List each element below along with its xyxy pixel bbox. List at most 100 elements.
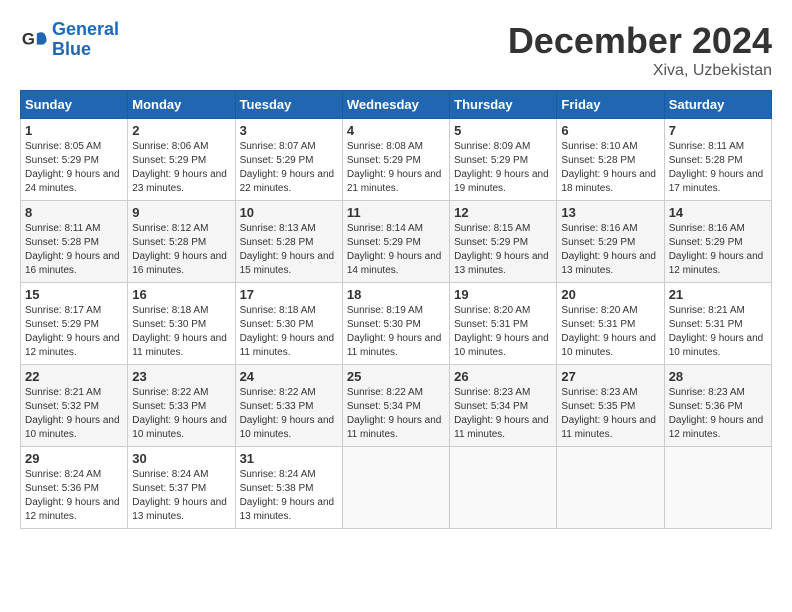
calendar-cell: 6 Sunrise: 8:10 AMSunset: 5:28 PMDayligh… (557, 119, 664, 201)
day-info: Sunrise: 8:12 AMSunset: 5:28 PMDaylight:… (132, 222, 230, 278)
calendar-cell: 27 Sunrise: 8:23 AMSunset: 5:35 PMDaylig… (557, 365, 664, 447)
calendar-cell: 16 Sunrise: 8:18 AMSunset: 5:30 PMDaylig… (128, 283, 235, 365)
col-header-thursday: Thursday (450, 91, 557, 119)
day-info: Sunrise: 8:13 AMSunset: 5:28 PMDaylight:… (240, 222, 338, 278)
calendar-cell: 7 Sunrise: 8:11 AMSunset: 5:28 PMDayligh… (664, 119, 771, 201)
day-info: Sunrise: 8:08 AMSunset: 5:29 PMDaylight:… (347, 140, 445, 196)
day-number: 1 (25, 123, 123, 138)
calendar-cell: 31 Sunrise: 8:24 AMSunset: 5:38 PMDaylig… (235, 447, 342, 529)
day-number: 23 (132, 369, 230, 384)
day-number: 20 (561, 287, 659, 302)
calendar-cell: 28 Sunrise: 8:23 AMSunset: 5:36 PMDaylig… (664, 365, 771, 447)
calendar-cell: 26 Sunrise: 8:23 AMSunset: 5:34 PMDaylig… (450, 365, 557, 447)
day-info: Sunrise: 8:10 AMSunset: 5:28 PMDaylight:… (561, 140, 659, 196)
day-number: 12 (454, 205, 552, 220)
day-info: Sunrise: 8:17 AMSunset: 5:29 PMDaylight:… (25, 304, 123, 360)
day-number: 6 (561, 123, 659, 138)
day-info: Sunrise: 8:14 AMSunset: 5:29 PMDaylight:… (347, 222, 445, 278)
day-info: Sunrise: 8:21 AMSunset: 5:31 PMDaylight:… (669, 304, 767, 360)
day-number: 9 (132, 205, 230, 220)
day-number: 28 (669, 369, 767, 384)
calendar-cell: 8 Sunrise: 8:11 AMSunset: 5:28 PMDayligh… (21, 201, 128, 283)
calendar-cell: 18 Sunrise: 8:19 AMSunset: 5:30 PMDaylig… (342, 283, 449, 365)
calendar-cell (664, 447, 771, 529)
day-number: 27 (561, 369, 659, 384)
day-info: Sunrise: 8:09 AMSunset: 5:29 PMDaylight:… (454, 140, 552, 196)
day-number: 19 (454, 287, 552, 302)
svg-text:G: G (22, 29, 35, 48)
day-number: 30 (132, 451, 230, 466)
day-number: 10 (240, 205, 338, 220)
calendar-cell: 24 Sunrise: 8:22 AMSunset: 5:33 PMDaylig… (235, 365, 342, 447)
col-header-tuesday: Tuesday (235, 91, 342, 119)
calendar-cell: 5 Sunrise: 8:09 AMSunset: 5:29 PMDayligh… (450, 119, 557, 201)
calendar-cell: 30 Sunrise: 8:24 AMSunset: 5:37 PMDaylig… (128, 447, 235, 529)
day-number: 29 (25, 451, 123, 466)
calendar-cell: 20 Sunrise: 8:20 AMSunset: 5:31 PMDaylig… (557, 283, 664, 365)
day-info: Sunrise: 8:21 AMSunset: 5:32 PMDaylight:… (25, 386, 123, 442)
day-info: Sunrise: 8:23 AMSunset: 5:36 PMDaylight:… (669, 386, 767, 442)
day-info: Sunrise: 8:23 AMSunset: 5:34 PMDaylight:… (454, 386, 552, 442)
title-area: December 2024 Xiva, Uzbekistan (508, 20, 772, 80)
calendar-week-4: 22 Sunrise: 8:21 AMSunset: 5:32 PMDaylig… (21, 365, 772, 447)
calendar-cell: 3 Sunrise: 8:07 AMSunset: 5:29 PMDayligh… (235, 119, 342, 201)
calendar-week-1: 1 Sunrise: 8:05 AMSunset: 5:29 PMDayligh… (21, 119, 772, 201)
day-number: 25 (347, 369, 445, 384)
day-number: 8 (25, 205, 123, 220)
day-info: Sunrise: 8:07 AMSunset: 5:29 PMDaylight:… (240, 140, 338, 196)
day-info: Sunrise: 8:11 AMSunset: 5:28 PMDaylight:… (25, 222, 123, 278)
col-header-friday: Friday (557, 91, 664, 119)
day-info: Sunrise: 8:24 AMSunset: 5:37 PMDaylight:… (132, 468, 230, 524)
day-number: 31 (240, 451, 338, 466)
calendar-cell: 15 Sunrise: 8:17 AMSunset: 5:29 PMDaylig… (21, 283, 128, 365)
calendar-week-2: 8 Sunrise: 8:11 AMSunset: 5:28 PMDayligh… (21, 201, 772, 283)
calendar-week-5: 29 Sunrise: 8:24 AMSunset: 5:36 PMDaylig… (21, 447, 772, 529)
day-number: 22 (25, 369, 123, 384)
calendar-cell: 19 Sunrise: 8:20 AMSunset: 5:31 PMDaylig… (450, 283, 557, 365)
calendar-cell: 10 Sunrise: 8:13 AMSunset: 5:28 PMDaylig… (235, 201, 342, 283)
day-number: 4 (347, 123, 445, 138)
logo-icon: G (20, 26, 48, 54)
calendar-cell: 23 Sunrise: 8:22 AMSunset: 5:33 PMDaylig… (128, 365, 235, 447)
calendar-cell: 17 Sunrise: 8:18 AMSunset: 5:30 PMDaylig… (235, 283, 342, 365)
day-number: 2 (132, 123, 230, 138)
calendar-cell (450, 447, 557, 529)
day-info: Sunrise: 8:05 AMSunset: 5:29 PMDaylight:… (25, 140, 123, 196)
day-info: Sunrise: 8:22 AMSunset: 5:34 PMDaylight:… (347, 386, 445, 442)
calendar-cell (557, 447, 664, 529)
calendar-cell: 9 Sunrise: 8:12 AMSunset: 5:28 PMDayligh… (128, 201, 235, 283)
day-info: Sunrise: 8:19 AMSunset: 5:30 PMDaylight:… (347, 304, 445, 360)
day-number: 26 (454, 369, 552, 384)
day-info: Sunrise: 8:23 AMSunset: 5:35 PMDaylight:… (561, 386, 659, 442)
calendar-week-3: 15 Sunrise: 8:17 AMSunset: 5:29 PMDaylig… (21, 283, 772, 365)
day-info: Sunrise: 8:24 AMSunset: 5:36 PMDaylight:… (25, 468, 123, 524)
col-header-sunday: Sunday (21, 91, 128, 119)
calendar-cell: 25 Sunrise: 8:22 AMSunset: 5:34 PMDaylig… (342, 365, 449, 447)
calendar-cell (342, 447, 449, 529)
logo-text: General Blue (52, 20, 119, 60)
calendar-cell: 1 Sunrise: 8:05 AMSunset: 5:29 PMDayligh… (21, 119, 128, 201)
calendar-cell: 13 Sunrise: 8:16 AMSunset: 5:29 PMDaylig… (557, 201, 664, 283)
col-header-monday: Monday (128, 91, 235, 119)
header: G General Blue December 2024 Xiva, Uzbek… (20, 20, 772, 80)
calendar-cell: 2 Sunrise: 8:06 AMSunset: 5:29 PMDayligh… (128, 119, 235, 201)
calendar-cell: 14 Sunrise: 8:16 AMSunset: 5:29 PMDaylig… (664, 201, 771, 283)
day-number: 15 (25, 287, 123, 302)
day-number: 7 (669, 123, 767, 138)
day-info: Sunrise: 8:24 AMSunset: 5:38 PMDaylight:… (240, 468, 338, 524)
calendar-cell: 29 Sunrise: 8:24 AMSunset: 5:36 PMDaylig… (21, 447, 128, 529)
day-info: Sunrise: 8:22 AMSunset: 5:33 PMDaylight:… (240, 386, 338, 442)
day-number: 13 (561, 205, 659, 220)
day-info: Sunrise: 8:22 AMSunset: 5:33 PMDaylight:… (132, 386, 230, 442)
calendar-cell: 12 Sunrise: 8:15 AMSunset: 5:29 PMDaylig… (450, 201, 557, 283)
day-info: Sunrise: 8:20 AMSunset: 5:31 PMDaylight:… (561, 304, 659, 360)
col-header-saturday: Saturday (664, 91, 771, 119)
day-info: Sunrise: 8:15 AMSunset: 5:29 PMDaylight:… (454, 222, 552, 278)
location-title: Xiva, Uzbekistan (508, 62, 772, 80)
calendar-cell: 22 Sunrise: 8:21 AMSunset: 5:32 PMDaylig… (21, 365, 128, 447)
day-info: Sunrise: 8:11 AMSunset: 5:28 PMDaylight:… (669, 140, 767, 196)
day-number: 18 (347, 287, 445, 302)
calendar-cell: 21 Sunrise: 8:21 AMSunset: 5:31 PMDaylig… (664, 283, 771, 365)
calendar-cell: 4 Sunrise: 8:08 AMSunset: 5:29 PMDayligh… (342, 119, 449, 201)
day-info: Sunrise: 8:20 AMSunset: 5:31 PMDaylight:… (454, 304, 552, 360)
